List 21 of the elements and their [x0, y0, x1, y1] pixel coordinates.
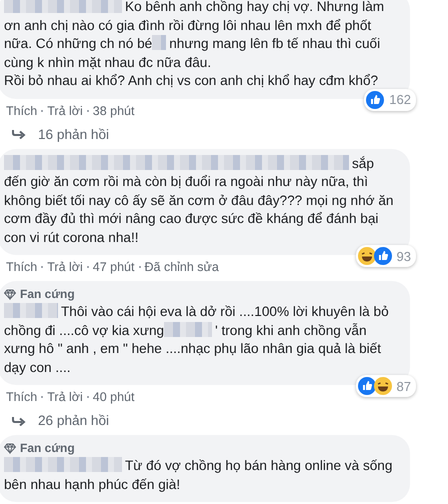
action-link[interactable]: Thích — [6, 260, 38, 274]
action-link[interactable]: Trả lời — [47, 260, 83, 274]
comment-text: Thôi vào cái hội eva là dở rồi ....100% lời khuyên là bỏ chồng đi ....cô vợ kia xưng ' trong khi anh chồng vẫn xưng hô " anh , em " hehe ....nhạc phụ lão nhân gia quả là biết dạy con .... — [4, 303, 390, 377]
action-link[interactable]: Trả lời — [47, 104, 83, 118]
badge-label: Fan cứng — [20, 287, 75, 301]
comment-text: Ko bênh anh chồng hay chị vợ. Nhưng làm ơn anh chị nào có gia đình rồi đừng lôi nhau lên mxh để phốt nữa. Có những ch nó bé nhưng mang lên fb tế nhau thì cuối cùng k nhìn mặt nhau đc nữa đâu. Rồi bỏ nhau ai khổ? Anh chị vs con anh chị khổ hay cđm khổ? — [4, 0, 386, 90]
badge-label: Fan cứng — [20, 441, 75, 455]
timestamp: Đã chỉnh sửa — [144, 260, 219, 274]
timestamp: 40 phút — [92, 390, 134, 404]
comment-text: sắp đến giờ ăn cơm rồi mà còn bị đuổi ra ngoài như này nữa, thì không biết tối nay cô ấy sẽ ăn cơm ở đâu đây??? mọi ng nhớ ăn cơm đầy đủ thì mới nâng cao được sức đề kháng để đánh bại con vi rút corona nha!! — [4, 154, 394, 246]
timestamp: 47 phút — [92, 260, 134, 274]
replies-link[interactable]: 16 phản hồi — [38, 126, 110, 142]
action-link[interactable]: Thích — [6, 390, 38, 404]
reaction-count[interactable]: 162 — [364, 88, 416, 110]
comment-text: Từ đó vợ chồng họ bán hàng online và sống bên nhau hạnh phúc đến già! — [4, 457, 394, 494]
replies-link[interactable]: 26 phản hồi — [38, 413, 110, 428]
action-link[interactable]: Trả lời — [47, 390, 83, 404]
action-link[interactable]: Thích — [6, 104, 38, 118]
reaction-count[interactable]: 93 — [356, 245, 416, 267]
timestamp: 38 phút — [92, 104, 134, 118]
reaction-count[interactable]: 87 — [356, 375, 416, 397]
